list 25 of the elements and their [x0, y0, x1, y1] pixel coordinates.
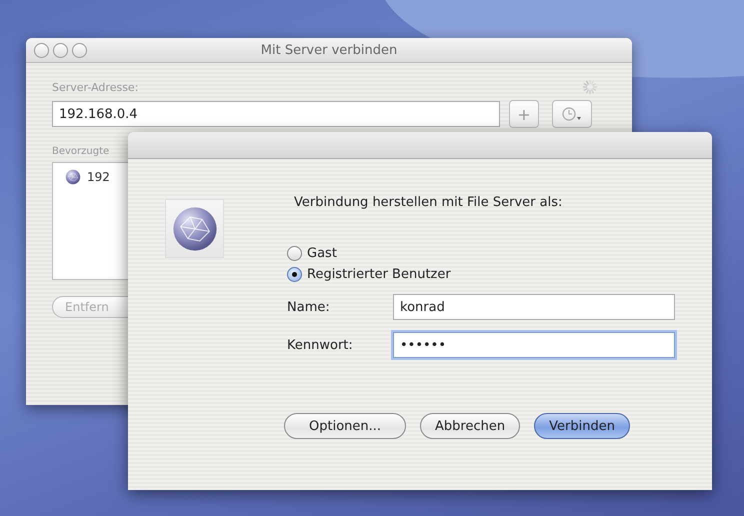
- name-field[interactable]: konrad: [393, 294, 675, 320]
- radio-label[interactable]: Gast: [307, 246, 337, 261]
- minimize-button[interactable]: [53, 42, 68, 58]
- clock-icon: [560, 106, 584, 122]
- field-label: Name:: [287, 300, 331, 314]
- dialog-message: Verbindung herstellen mit File Server als:: [293, 194, 564, 212]
- globe-icon: [170, 204, 218, 252]
- password-field[interactable]: ••••••: [393, 332, 675, 358]
- radio-button[interactable]: [287, 267, 302, 282]
- section-label: Bevorzugte: [52, 146, 110, 157]
- window-title: Mit Server verbinden: [260, 42, 398, 58]
- favorite-item[interactable]: 192: [87, 170, 110, 184]
- recent-servers-button[interactable]: [552, 100, 592, 128]
- radio-label[interactable]: Registrierter Benutzer: [307, 267, 451, 282]
- connect-button[interactable]: Verbinden: [534, 413, 630, 439]
- options-button[interactable]: Optionen...: [284, 413, 406, 439]
- field-label: Server-Adresse:: [52, 80, 138, 94]
- cancel-button[interactable]: Abbrechen: [420, 413, 520, 439]
- field-label: Kennwort:: [287, 338, 354, 352]
- server-address-field[interactable]: 192.168.0.4: [52, 101, 500, 127]
- radio-button[interactable]: [287, 246, 302, 261]
- close-button[interactable]: [34, 42, 49, 58]
- zoom-button[interactable]: [72, 42, 87, 58]
- spinner-icon: [582, 79, 598, 95]
- globe-icon: [65, 169, 81, 185]
